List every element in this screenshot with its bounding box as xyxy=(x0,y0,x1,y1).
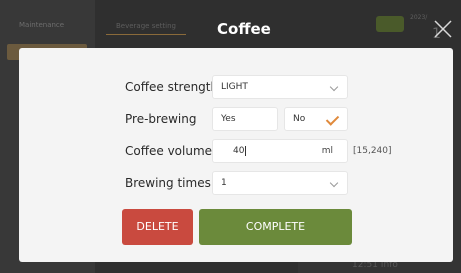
brewing-times-select[interactable]: 1 xyxy=(212,171,348,195)
coffee-strength-value: LIGHT xyxy=(221,82,248,92)
prebrewing-label: Pre-brewing xyxy=(125,112,197,126)
prebrewing-yes-option[interactable]: Yes xyxy=(212,107,278,131)
coffee-strength-select[interactable]: LIGHT xyxy=(212,75,348,99)
coffee-volume-value: 40 xyxy=(233,146,245,156)
prebrewing-no-label: No xyxy=(293,114,306,124)
volume-range-hint: [15,240] xyxy=(353,146,392,156)
brewing-times-label: Brewing times xyxy=(125,176,211,190)
coffee-strength-label: Coffee strength xyxy=(125,80,219,94)
background-date: 2023/ xyxy=(410,14,428,21)
chevron-down-icon xyxy=(329,82,339,92)
background-tab: Beverage setting xyxy=(106,22,186,35)
checkmark-icon xyxy=(325,112,340,126)
complete-button[interactable]: COMPLETE xyxy=(199,209,352,245)
dialog-title: Coffee xyxy=(217,20,271,38)
coffee-volume-label: Coffee volume xyxy=(125,144,213,158)
text-cursor xyxy=(245,145,247,156)
coffee-volume-input[interactable]: 40 ml xyxy=(212,139,348,163)
prebrewing-yes-label: Yes xyxy=(221,114,236,124)
delete-button[interactable]: DELETE xyxy=(122,209,193,245)
prebrewing-no-option[interactable]: No xyxy=(284,107,348,131)
background-sidebar-item: Maintenance xyxy=(19,21,65,29)
background-green-badge xyxy=(376,16,404,32)
volume-unit: ml xyxy=(321,146,333,156)
close-icon[interactable] xyxy=(432,18,454,40)
chevron-down-icon xyxy=(329,178,339,188)
brewing-times-value: 1 xyxy=(221,178,227,188)
